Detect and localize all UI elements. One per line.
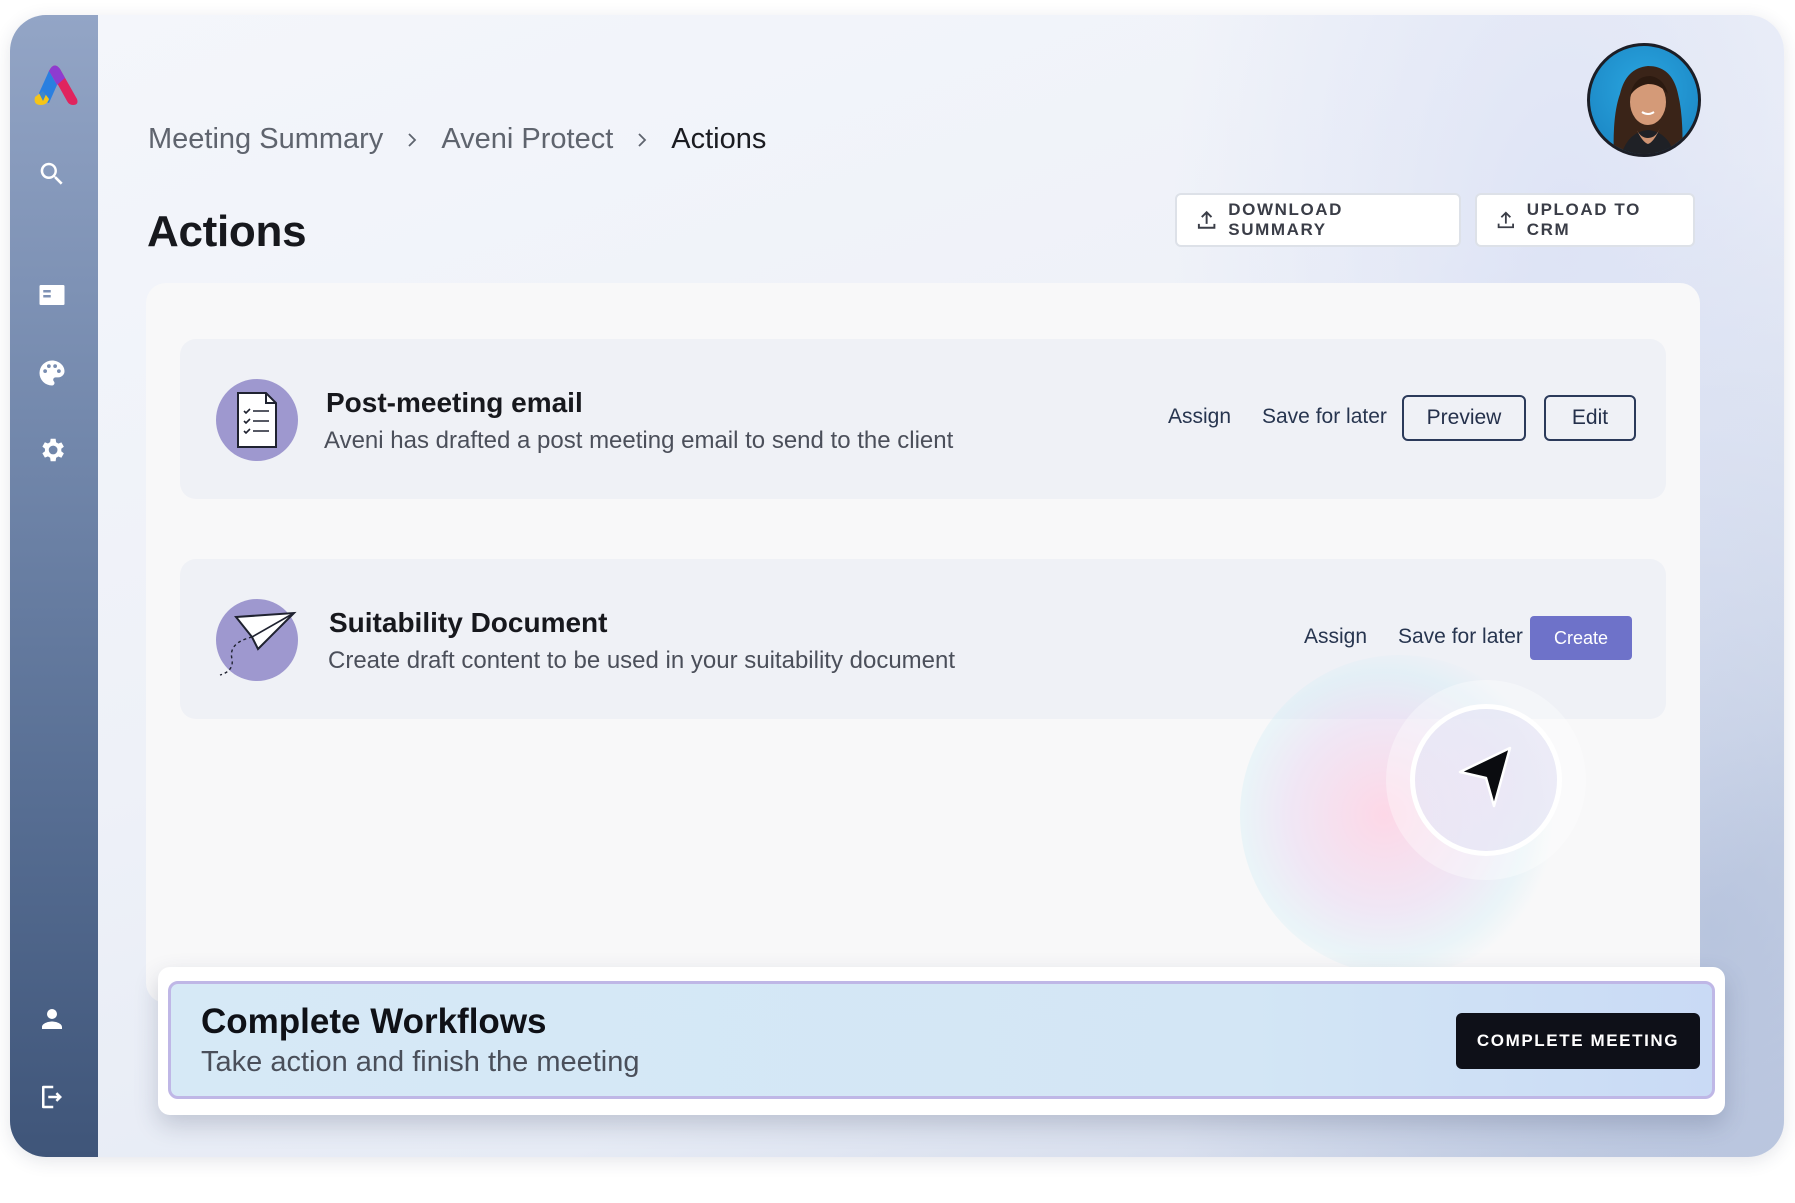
complete-workflows-bar: Complete Workflows Take action and finis… [158,967,1725,1115]
palette-icon[interactable] [34,355,70,391]
breadcrumb-actions: Actions [671,123,767,155]
save-for-later-button[interactable]: Save for later [1262,405,1387,429]
action-description: Create draft content to be used in your … [328,647,956,674]
edit-button[interactable]: Edit [1544,395,1636,441]
action-card-post-meeting-email: Post-meeting email Aveni has drafted a p… [180,339,1666,499]
avatar[interactable] [1587,43,1701,157]
upload-to-crm-button[interactable]: UPLOAD TO CRM [1475,193,1695,247]
app-window: Meeting Summary Aveni Protect Actions Ac… [10,15,1784,1157]
complete-workflows-content: Complete Workflows Take action and finis… [168,981,1715,1099]
action-title: Suitability Document [329,607,608,638]
assign-button[interactable]: Assign [1168,405,1231,429]
profile-photo-icon [1613,66,1683,154]
action-description: Aveni has drafted a post meeting email t… [324,427,954,454]
preview-button[interactable]: Preview [1402,395,1526,441]
assign-button[interactable]: Assign [1304,625,1367,649]
sidebar [10,15,98,1157]
breadcrumb: Meeting Summary Aveni Protect Actions [148,123,766,156]
save-for-later-button[interactable]: Save for later [1398,625,1523,649]
document-checklist-icon [216,379,298,461]
upload-arrow-icon [1197,210,1216,229]
create-button[interactable]: Create [1530,616,1632,660]
action-title: Post-meeting email [326,387,583,418]
aveni-logo [34,65,78,105]
complete-workflows-title: Complete Workflows [201,1002,547,1041]
task-list-icon[interactable] [34,277,70,313]
paper-plane-icon [216,599,298,681]
breadcrumb-aveni-protect[interactable]: Aveni Protect [441,123,613,156]
complete-meeting-button[interactable]: COMPLETE MEETING [1456,1013,1700,1069]
complete-workflows-subtitle: Take action and finish the meeting [201,1046,640,1078]
upload-to-crm-label: UPLOAD TO CRM [1526,200,1641,239]
user-icon[interactable] [34,1001,70,1037]
download-summary-label: DOWNLOAD SUMMARY [1228,200,1344,239]
chevron-right-icon [633,131,651,149]
page-title: Actions [147,207,307,256]
download-summary-button[interactable]: DOWNLOAD SUMMARY [1175,193,1461,247]
logout-icon[interactable] [34,1079,70,1115]
chevron-right-icon [403,131,421,149]
search-icon[interactable] [34,156,70,192]
gear-icon[interactable] [34,432,70,468]
cursor-pointer-icon [1458,746,1512,808]
upload-arrow-icon [1497,211,1514,229]
breadcrumb-meeting-summary[interactable]: Meeting Summary [148,123,383,156]
